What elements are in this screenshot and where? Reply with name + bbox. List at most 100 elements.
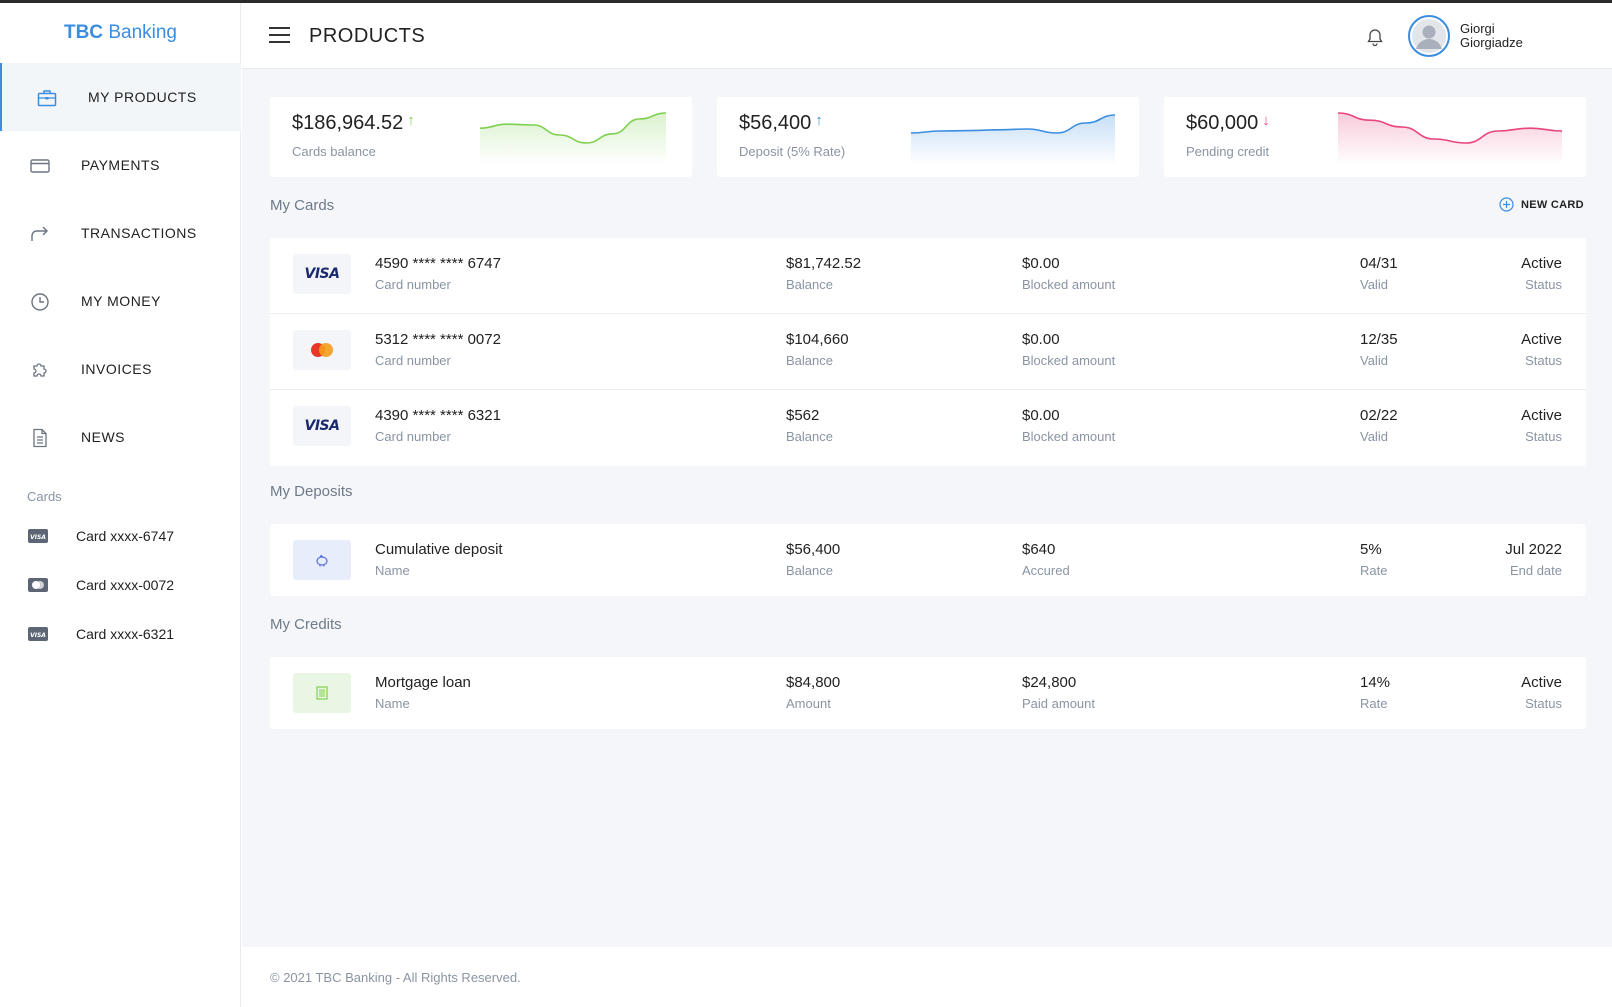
cell-label: Accured	[1022, 563, 1070, 578]
cell-label: Card number	[375, 277, 451, 292]
sidebar-card-6321[interactable]: VISA Card xxxx-6321	[0, 619, 241, 649]
sidebar-item-label: NEWS	[81, 429, 125, 445]
cell-label: Paid amount	[1022, 696, 1095, 711]
visa-card-icon: VISA	[28, 529, 48, 548]
paid-amount: $24,800	[1022, 674, 1077, 691]
cell-label: Valid	[1360, 277, 1388, 292]
table-row[interactable]: VISA 4590 **** **** 6747 Card number $81,…	[270, 238, 1586, 314]
user-name[interactable]: Giorgi Giorgiadze	[1460, 22, 1523, 50]
document-icon	[29, 427, 50, 448]
brand-logo[interactable]: TBC Banking	[0, 3, 241, 63]
accrued-amount: $640	[1022, 541, 1056, 558]
visa-logo-icon: VISA	[293, 254, 351, 294]
card-number-cell: 4390 **** **** 6321 Card number	[375, 407, 501, 444]
cell-label: Rate	[1360, 563, 1388, 578]
cell-label: Blocked amount	[1022, 277, 1116, 292]
building-icon	[293, 673, 351, 713]
cards-section-heading: Cards	[27, 489, 62, 504]
stat-label: Pending credit	[1186, 144, 1270, 159]
cell-label: Balance	[786, 429, 833, 444]
cell-label: Status	[1525, 696, 1562, 711]
stat-card-pending-credit: $60,000 ↓ Pending credit	[1164, 97, 1586, 177]
sidebar-nav: MY PRODUCTS PAYMENTS TRANSACTIONS MY MON…	[0, 63, 241, 471]
sidebar-item-news[interactable]: NEWS	[0, 403, 241, 471]
sidebar-card-label: Card xxxx-6321	[76, 626, 175, 642]
hamburger-menu-icon[interactable]	[269, 27, 290, 44]
cards-table: VISA 4590 **** **** 6747 Card number $81,…	[270, 238, 1586, 466]
end-date: Jul 2022	[1505, 541, 1562, 558]
deposit-name-cell: Cumulative deposit Name	[375, 541, 503, 578]
card-number-cell: 5312 **** **** 0072 Card number	[375, 331, 501, 368]
end-date-cell: Jul 2022 End date	[1505, 541, 1562, 578]
brand-name-light: Banking	[108, 22, 177, 43]
sidebar-item-label: MY MONEY	[81, 293, 161, 309]
credit-name-cell: Mortgage loan Name	[375, 674, 471, 711]
deposit-balance: $56,400	[786, 541, 841, 558]
top-header: PRODUCTS Giorgi Giorgiadze	[242, 3, 1612, 69]
plus-circle-icon	[1499, 197, 1514, 212]
stat-label: Cards balance	[292, 144, 376, 159]
deposit-name: Cumulative deposit	[375, 541, 503, 558]
rate-value: 5%	[1360, 541, 1382, 558]
piggy-bank-icon	[293, 540, 351, 580]
card-number: 4390 **** **** 6321	[375, 407, 501, 424]
cell-label: Card number	[375, 353, 451, 368]
stat-amount: $60,000 ↓	[1186, 112, 1270, 134]
deposits-table: Cumulative deposit Name $56,400 Balance $6…	[270, 524, 1586, 596]
cell-label: Name	[375, 563, 410, 578]
share-arrow-icon	[29, 223, 50, 244]
cell-label: Amount	[786, 696, 831, 711]
new-card-button[interactable]: NEW CARD	[1499, 197, 1584, 212]
table-row[interactable]: VISA 4390 **** **** 6321 Card number $562…	[270, 390, 1586, 466]
status-value: Active	[1521, 407, 1562, 424]
cell-label: Status	[1525, 277, 1562, 292]
arrow-up-icon: ↑	[815, 112, 823, 129]
valid-date: 04/31	[1360, 255, 1398, 272]
credits-table: Mortgage loan Name $84,800 Amount $24,800 P…	[270, 657, 1586, 729]
table-row[interactable]: Mortgage loan Name $84,800 Amount $24,800 P…	[270, 657, 1586, 729]
bell-icon[interactable]	[1367, 28, 1383, 52]
credit-name: Mortgage loan	[375, 674, 471, 691]
cell-label: Balance	[786, 277, 833, 292]
valid-cell: 04/31 Valid	[1360, 255, 1398, 292]
cell-label: Blocked amount	[1022, 353, 1116, 368]
table-row[interactable]: 5312 **** **** 0072 Card number $104,660 B…	[270, 314, 1586, 390]
cell-label: Valid	[1360, 353, 1388, 368]
card-number: 5312 **** **** 0072	[375, 331, 501, 348]
status-cell: Active Status	[1521, 674, 1562, 711]
sidebar-item-transactions[interactable]: TRANSACTIONS	[0, 199, 241, 267]
sparkline-chart	[910, 114, 1116, 165]
valid-date: 02/22	[1360, 407, 1398, 424]
sidebar-item-payments[interactable]: PAYMENTS	[0, 131, 241, 199]
cell-label: Name	[375, 696, 410, 711]
sidebar-card-label: Card xxxx-0072	[76, 577, 175, 593]
cell-label: Valid	[1360, 429, 1388, 444]
sidebar-card-0072[interactable]: Card xxxx-0072	[0, 570, 241, 600]
paid-cell: $24,800 Paid amount	[1022, 674, 1095, 711]
cell-label: Status	[1525, 429, 1562, 444]
avatar[interactable]	[1408, 15, 1450, 57]
svg-text:VISA: VISA	[30, 632, 46, 639]
sidebar-item-invoices[interactable]: INVOICES	[0, 335, 241, 403]
status-value: Active	[1521, 674, 1562, 691]
blocked-amount: $0.00	[1022, 407, 1060, 424]
balance-cell: $562 Balance	[786, 407, 833, 444]
sidebar-card-label: Card xxxx-6747	[76, 528, 175, 544]
stat-amount: $186,964.52 ↑	[292, 112, 415, 134]
new-card-label: NEW CARD	[1521, 198, 1584, 211]
sidebar-card-6747[interactable]: VISA Card xxxx-6747	[0, 521, 241, 551]
visa-logo-icon: VISA	[293, 406, 351, 446]
blocked-amount: $0.00	[1022, 255, 1060, 272]
valid-cell: 02/22 Valid	[1360, 407, 1398, 444]
stat-card-deposit: $56,400 ↑ Deposit (5% Rate)	[717, 97, 1139, 177]
sidebar: TBC Banking MY PRODUCTS PAYMENTS TRANSAC…	[0, 3, 241, 1007]
sidebar-item-label: PAYMENTS	[81, 157, 160, 173]
status-value: Active	[1521, 331, 1562, 348]
sidebar-item-my-money[interactable]: MY MONEY	[0, 267, 241, 335]
table-row[interactable]: Cumulative deposit Name $56,400 Balance $6…	[270, 524, 1586, 596]
sidebar-item-my-products[interactable]: MY PRODUCTS	[0, 63, 241, 131]
valid-cell: 12/35 Valid	[1360, 331, 1398, 368]
sidebar-item-label: INVOICES	[81, 361, 152, 377]
balance-cell: $56,400 Balance	[786, 541, 840, 578]
cell-label: Blocked amount	[1022, 429, 1116, 444]
